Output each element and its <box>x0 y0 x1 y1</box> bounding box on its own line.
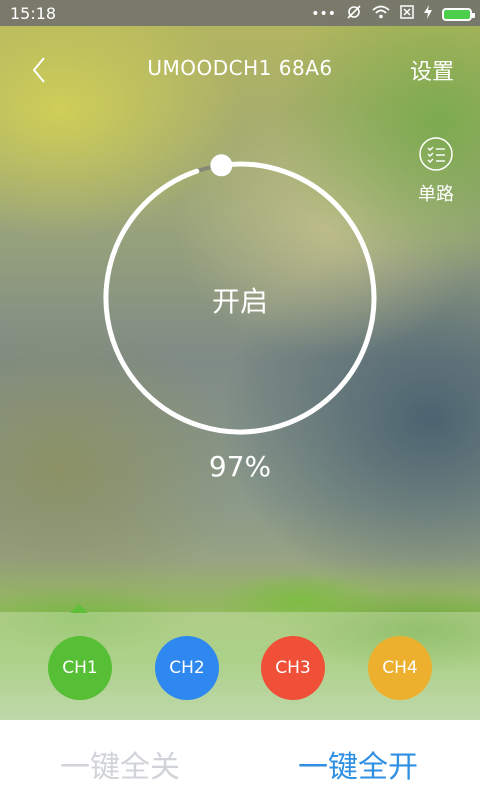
channel-ch1-button[interactable]: CH1 <box>48 636 112 700</box>
chevron-left-icon <box>32 57 45 83</box>
status-icons: ••• <box>311 4 475 24</box>
all-off-button[interactable]: 一键全关 <box>60 742 180 786</box>
channel-ch2-button[interactable]: CH2 <box>155 636 219 700</box>
charging-icon <box>424 5 432 23</box>
device-title: UMOODCH1 68A6 <box>147 56 333 80</box>
power-state-label: 开启 <box>211 285 268 318</box>
channel-ch4-button[interactable]: CH4 <box>368 636 432 700</box>
more-dots-icon: ••• <box>311 6 336 22</box>
all-on-button[interactable]: 一键全开 <box>298 742 418 786</box>
sim-off-icon <box>400 5 414 23</box>
settings-button[interactable]: 设置 <box>410 54 454 86</box>
status-bar: 15:18 ••• <box>0 0 480 26</box>
wifi-icon <box>372 5 390 23</box>
header: UMOODCH1 68A6 设置 <box>0 40 480 100</box>
mute-alarm-icon <box>346 4 362 24</box>
channel-ch3-button[interactable]: CH3 <box>261 636 325 700</box>
back-button[interactable] <box>22 52 58 88</box>
battery-icon <box>442 7 475 21</box>
dial-knob[interactable] <box>210 154 233 177</box>
single-mode-label: 单路 <box>418 184 454 205</box>
bottom-bar: 一键全关 一键全开 <box>0 720 480 800</box>
status-time: 15:18 <box>10 4 57 23</box>
checklist-icon <box>419 137 453 171</box>
selected-channel-pointer <box>70 604 88 613</box>
channel-selector: CH1 CH2 CH3 CH4 <box>0 636 480 700</box>
single-mode-button[interactable]: 单路 <box>410 136 462 206</box>
brightness-percent: 97% <box>208 450 272 483</box>
